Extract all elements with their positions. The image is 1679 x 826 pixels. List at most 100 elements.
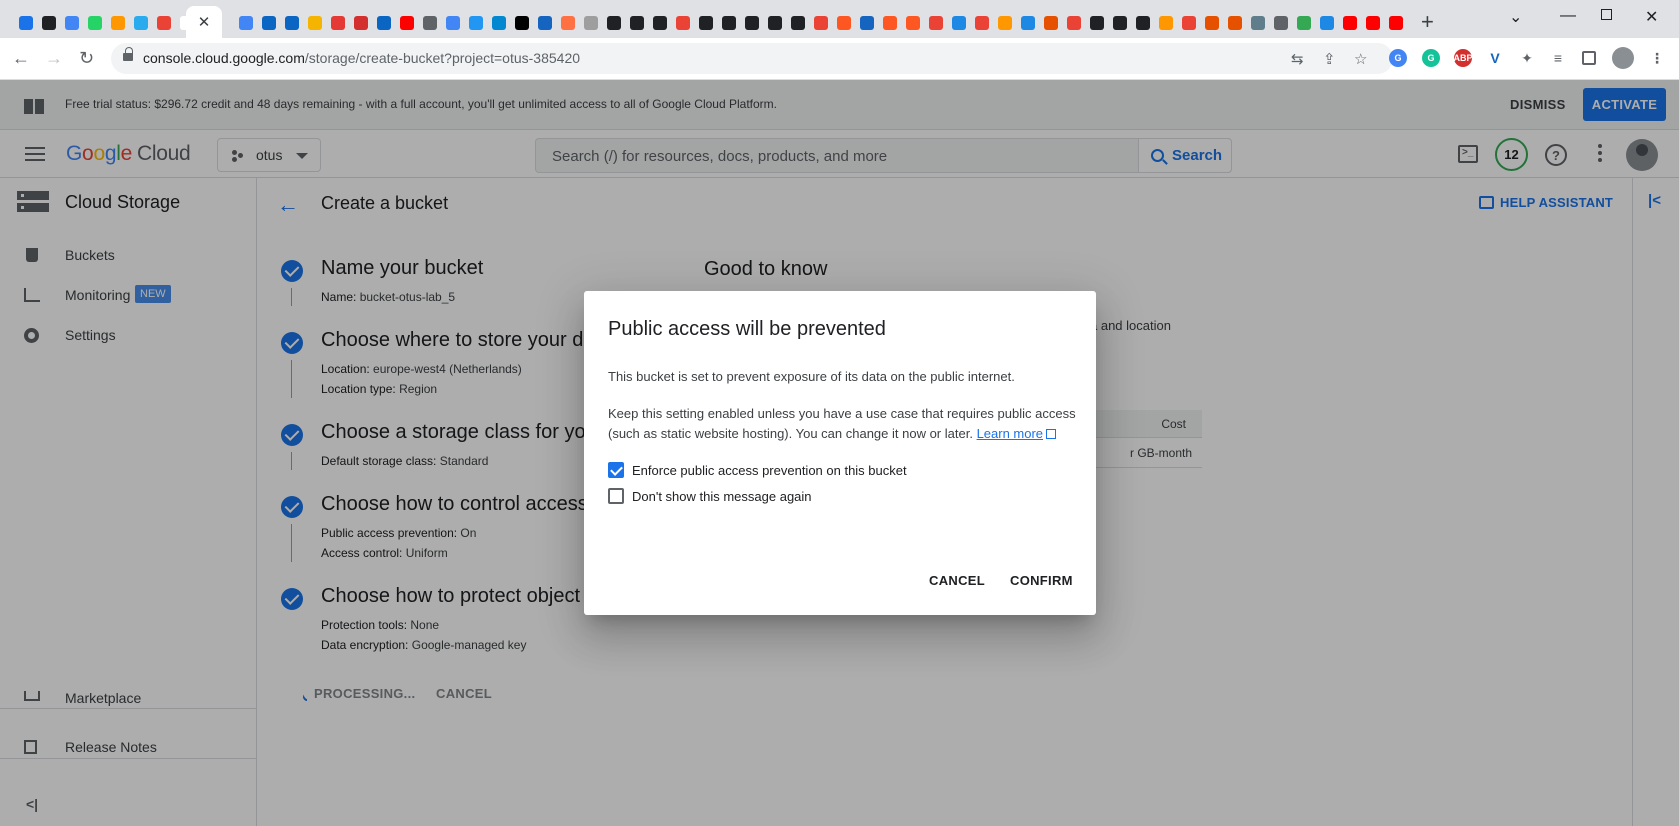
tab-favicon-icon[interactable] xyxy=(303,15,326,31)
url-bar[interactable]: console.cloud.google.com/storage/create-… xyxy=(111,43,1393,74)
dont-show-again-checkbox[interactable] xyxy=(608,488,624,504)
tab-favicon-icon[interactable] xyxy=(924,15,947,31)
extensions-puzzle-icon[interactable]: ✦ xyxy=(1518,49,1536,67)
tab-favicon-icon[interactable] xyxy=(947,15,970,31)
tab-favicon-icon[interactable] xyxy=(1039,15,1062,31)
tab-favicon-icon[interactable] xyxy=(280,15,303,31)
favicon-glyph xyxy=(721,16,736,30)
tab-favicon-icon[interactable] xyxy=(1338,15,1361,31)
tab-favicon-icon[interactable] xyxy=(83,15,106,31)
v-extension-icon[interactable]: V xyxy=(1486,49,1504,67)
tab-favicon-icon[interactable] xyxy=(234,15,257,31)
tab-favicon-icon[interactable] xyxy=(901,15,924,31)
bookmark-star-icon[interactable]: ☆ xyxy=(1354,50,1367,68)
tab-favicon-icon[interactable] xyxy=(970,15,993,31)
forward-icon[interactable]: → xyxy=(45,48,63,69)
tab-favicon-icon[interactable] xyxy=(257,15,280,31)
close-window-icon[interactable]: ✕ xyxy=(1645,7,1658,27)
adblock-extension-icon[interactable]: ABP xyxy=(1454,49,1473,67)
tab-favicon-icon[interactable] xyxy=(418,15,441,31)
tab-favicon-icon[interactable] xyxy=(510,15,533,31)
tab-favicon-icon[interactable] xyxy=(1315,15,1338,31)
favicon-glyph xyxy=(1112,16,1127,30)
tab-favicon-icon[interactable] xyxy=(671,15,694,31)
google-translate-extension-icon[interactable]: G xyxy=(1389,49,1407,67)
tab-favicon-icon[interactable] xyxy=(487,15,510,31)
new-tab-button[interactable]: + xyxy=(1421,11,1434,33)
tab-favicon-icon[interactable] xyxy=(464,15,487,31)
favicon-glyph xyxy=(1020,16,1035,30)
public-access-dialog: Public access will be prevented This buc… xyxy=(584,291,1096,615)
favicon-glyph xyxy=(238,16,253,30)
tab-favicon-icon[interactable] xyxy=(1177,15,1200,31)
translate-icon[interactable]: ⇆ xyxy=(1291,50,1304,68)
tab-favicon-icon[interactable] xyxy=(556,15,579,31)
tab-favicon-icon[interactable] xyxy=(60,15,83,31)
tab-favicon-icon[interactable] xyxy=(152,15,175,31)
tab-favicon-icon[interactable] xyxy=(106,15,129,31)
tab-favicon-icon[interactable] xyxy=(533,15,556,31)
tab-favicon-icon[interactable] xyxy=(1154,15,1177,31)
favicon-glyph xyxy=(790,16,805,30)
tab-favicon-icon[interactable] xyxy=(441,15,464,31)
tab-favicon-icon[interactable] xyxy=(1131,15,1154,31)
favicon-glyph xyxy=(928,16,943,30)
tab-favicon-icon[interactable] xyxy=(1292,15,1315,31)
tab-favicon-icon[interactable] xyxy=(1361,15,1384,31)
tab-favicon-icon[interactable] xyxy=(349,15,372,31)
tab-favicon-icon[interactable] xyxy=(1223,15,1246,31)
tab-favicon-icon[interactable] xyxy=(372,15,395,31)
tab-favicon-icon[interactable] xyxy=(648,15,671,31)
tab-favicon-icon[interactable] xyxy=(1062,15,1085,31)
learn-more-link[interactable]: Learn more xyxy=(977,426,1043,441)
side-panel-icon[interactable] xyxy=(1582,51,1596,65)
maximize-icon[interactable] xyxy=(1601,9,1612,20)
tab-favicon-icon[interactable] xyxy=(1246,15,1269,31)
enforce-prevention-checkbox[interactable] xyxy=(608,462,624,478)
profile-avatar-icon[interactable] xyxy=(1612,47,1634,69)
tab-favicon-icon[interactable] xyxy=(37,15,60,31)
dialog-confirm-button[interactable]: CONFIRM xyxy=(1010,573,1073,588)
tab-favicon-icon[interactable] xyxy=(832,15,855,31)
close-tab-icon[interactable]: ✕ xyxy=(198,13,211,31)
tab-favicon-icon[interactable] xyxy=(625,15,648,31)
tab-favicon-icon[interactable] xyxy=(1108,15,1131,31)
dont-show-again-label[interactable]: Don't show this message again xyxy=(632,489,812,504)
tab-favicon-icon[interactable] xyxy=(1384,15,1407,31)
tab-favicon-icon[interactable] xyxy=(763,15,786,31)
minimize-icon[interactable]: — xyxy=(1560,7,1576,25)
tab-favicon-icon[interactable] xyxy=(1085,15,1108,31)
tab-favicon-icon[interactable] xyxy=(395,15,418,31)
tab-favicon-icon[interactable] xyxy=(1200,15,1223,31)
tab-favicon-icon[interactable] xyxy=(579,15,602,31)
tab-favicon-icon[interactable] xyxy=(1269,15,1292,31)
chevron-down-icon[interactable]: ⌄ xyxy=(1509,7,1522,27)
tab-favicon-icon[interactable] xyxy=(694,15,717,31)
back-icon[interactable]: ← xyxy=(12,48,30,69)
tab-favicon-icon[interactable] xyxy=(14,15,37,31)
tab-favicon-icon[interactable] xyxy=(1016,15,1039,31)
tab-favicon-icon[interactable] xyxy=(993,15,1016,31)
share-icon[interactable]: ⇪ xyxy=(1323,50,1336,68)
tab-favicon-icon[interactable] xyxy=(855,15,878,31)
reading-list-icon[interactable]: ≡ xyxy=(1549,49,1567,67)
lock-icon[interactable] xyxy=(123,47,133,63)
tab-favicon-icon[interactable] xyxy=(717,15,740,31)
grammarly-extension-icon[interactable]: G xyxy=(1422,49,1440,67)
dialog-cancel-button[interactable]: CANCEL xyxy=(929,573,985,588)
active-tab[interactable]: ✕ xyxy=(186,6,222,38)
tab-favicon-icon[interactable] xyxy=(878,15,901,31)
tab-favicon-icon[interactable] xyxy=(326,15,349,31)
favicon-glyph xyxy=(974,16,989,30)
tab-favicon-icon[interactable] xyxy=(602,15,625,31)
tab-favicon-icon[interactable] xyxy=(786,15,809,31)
tab-favicon-icon[interactable] xyxy=(809,15,832,31)
reload-icon[interactable]: ↻ xyxy=(79,48,94,69)
favicon-glyph xyxy=(445,16,460,30)
enforce-prevention-label[interactable]: Enforce public access prevention on this… xyxy=(632,463,907,478)
favicon-glyph xyxy=(133,16,148,30)
browser-menu-icon[interactable]: ⋮ xyxy=(1648,49,1666,67)
favicon-glyph xyxy=(87,16,102,30)
tab-favicon-icon[interactable] xyxy=(740,15,763,31)
tab-favicon-icon[interactable] xyxy=(129,15,152,31)
